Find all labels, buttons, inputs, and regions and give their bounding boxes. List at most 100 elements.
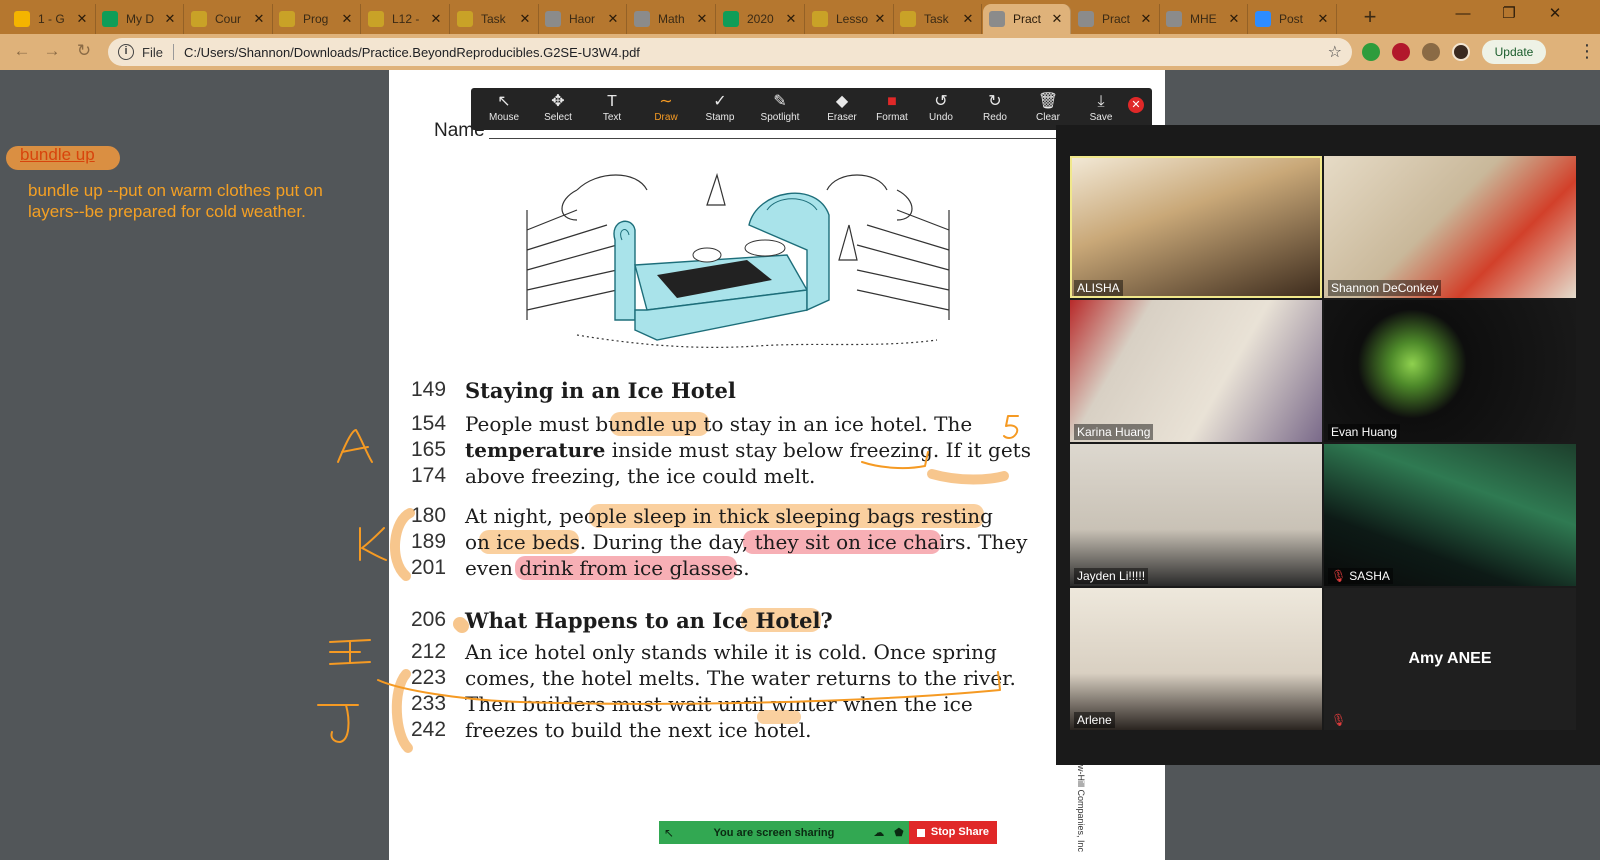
participant-video-tile[interactable]: Amy ANEE 🎙 (1324, 588, 1576, 730)
tab-title: MHE (1190, 12, 1217, 26)
update-button[interactable]: Update (1482, 40, 1546, 64)
annotate-mouse-button[interactable]: ↖ Mouse (477, 92, 531, 126)
tab-title: Task (924, 12, 949, 26)
annotate-tool-label: Redo (983, 112, 1007, 123)
annotate-format-button[interactable]: ■ Format (865, 92, 919, 126)
participant-name: ALISHA (1077, 281, 1120, 295)
info-icon[interactable]: i (118, 44, 134, 60)
mouse-pointer-icon: ↖ (497, 93, 511, 110)
extension-puzzle-icon[interactable] (1422, 43, 1440, 61)
participant-video-tile[interactable]: Evan Huang (1324, 300, 1576, 442)
annotate-tool-label: Stamp (705, 112, 735, 123)
browser-tab[interactable]: Haor ✕ (539, 4, 627, 34)
address-bar[interactable]: i File C:/Users/Shannon/Downloads/Practi… (108, 38, 1352, 66)
classroom-icon (457, 11, 473, 27)
drive-icon (102, 11, 118, 27)
close-annotation-icon[interactable]: ✕ (1128, 97, 1144, 113)
browser-tab[interactable]: Lesso ✕ (806, 4, 894, 34)
browser-tab[interactable]: 1 - G ✕ (8, 4, 96, 34)
profile-avatar[interactable] (1452, 43, 1470, 61)
participant-name: Karina Huang (1077, 425, 1151, 439)
annotate-select-button[interactable]: ✥ Select (531, 92, 585, 126)
line-text: freezes to build the next ice hotel. (465, 718, 812, 742)
browser-tab[interactable]: Cour ✕ (185, 4, 273, 34)
line-text: comes, the hotel melts. The water return… (465, 666, 1016, 690)
cloud-icon[interactable]: ☁ (869, 826, 889, 839)
tab-close-icon[interactable]: ✕ (606, 11, 620, 27)
browser-tab[interactable]: 2020 ✕ (717, 4, 805, 34)
participant-video-tile[interactable]: 🎙 SASHA (1324, 444, 1576, 586)
annotate-tool-label: Clear (1036, 112, 1060, 123)
scheme-label: File (142, 44, 163, 60)
move-icon: ✥ (551, 93, 565, 110)
minimize-button[interactable]: — (1440, 0, 1486, 30)
browser-tab[interactable]: Prog ✕ (273, 4, 361, 34)
tab-close-icon[interactable]: ✕ (163, 11, 177, 27)
word-count-number: 154 (411, 412, 447, 435)
annotate-undo-button[interactable]: ↺ Undo (914, 92, 968, 126)
bookmark-star-icon[interactable]: ☆ (1328, 42, 1342, 62)
sharing-status: You are screen sharing (713, 826, 835, 839)
close-window-button[interactable]: ✕ (1532, 0, 1578, 30)
tab-close-icon[interactable]: ✕ (429, 11, 443, 27)
extension-green-icon[interactable] (1362, 43, 1380, 61)
shield-icon[interactable]: ⬟ (889, 826, 909, 839)
back-icon[interactable]: ← (10, 40, 34, 64)
annotate-save-button[interactable]: ⤓ Save (1074, 92, 1128, 126)
annotate-spotlight-button[interactable]: ✎ Spotlight (753, 92, 807, 126)
line-text: on ice beds. During the day, they sit on… (465, 530, 1028, 554)
participant-video-tile[interactable]: Arlene (1070, 588, 1322, 730)
word-count-number: 206 (411, 608, 447, 631)
annotate-eraser-button[interactable]: ◆ Eraser (815, 92, 869, 126)
tab-close-icon[interactable]: ✕ (695, 11, 709, 27)
browser-tab[interactable]: My D ✕ (96, 4, 184, 34)
word-count-number: 212 (411, 640, 447, 663)
browser-tab[interactable]: Pract ✕ (983, 4, 1071, 34)
tab-title: Haor (569, 12, 596, 26)
tab-close-icon[interactable]: ✕ (252, 11, 266, 27)
line-text: above freezing, the ice could melt. (465, 464, 816, 488)
participant-video-tile[interactable]: ALISHA (1070, 156, 1322, 298)
annotate-draw-button[interactable]: ∼ Draw (639, 92, 693, 126)
new-tab-button[interactable]: + (1356, 6, 1384, 30)
tab-close-icon[interactable]: ✕ (1139, 11, 1153, 27)
participant-name-tag: 🎙 (1328, 712, 1352, 728)
browser-tab[interactable]: Task ✕ (894, 4, 982, 34)
participant-video-tile[interactable]: Jayden Li!!!!! (1070, 444, 1322, 586)
annotate-stamp-button[interactable]: ✓ Stamp (693, 92, 747, 126)
browser-tab[interactable]: MHE ✕ (1160, 4, 1248, 34)
browser-tab[interactable]: Pract ✕ (1072, 4, 1160, 34)
sheets-icon (723, 11, 739, 27)
browser-tab[interactable]: Math ✕ (628, 4, 716, 34)
tab-title: Task (481, 12, 506, 26)
tab-close-icon[interactable]: ✕ (75, 11, 89, 27)
tab-close-icon[interactable]: ✕ (873, 11, 887, 27)
annotate-tool-label: Save (1089, 112, 1113, 123)
annotate-text-button[interactable]: T Text (585, 92, 639, 126)
tab-close-icon[interactable]: ✕ (961, 11, 975, 27)
forward-icon[interactable]: → (40, 40, 64, 64)
tab-close-icon[interactable]: ✕ (784, 11, 798, 27)
tab-close-icon[interactable]: ✕ (340, 11, 354, 27)
eraser-icon: ◆ (835, 93, 849, 110)
browser-menu-icon[interactable]: ⋮ (1578, 42, 1596, 60)
browser-tab[interactable]: L12 - ✕ (362, 4, 450, 34)
line-text: People must bundle up to stay in an ice … (465, 412, 973, 436)
browser-tab[interactable]: Task ✕ (451, 4, 539, 34)
tab-title: Cour (215, 12, 242, 26)
tab-close-icon[interactable]: ✕ (1227, 11, 1241, 27)
maximize-button[interactable]: ❐ (1486, 0, 1532, 30)
tab-close-icon[interactable]: ✕ (1316, 11, 1330, 27)
browser-tab[interactable]: Post ✕ (1249, 4, 1337, 34)
participant-name: Jayden Li!!!!! (1077, 569, 1146, 583)
reload-icon[interactable]: ↻ (72, 40, 96, 64)
tab-close-icon[interactable]: ✕ (518, 11, 532, 27)
participant-video-tile[interactable]: Karina Huang (1070, 300, 1322, 442)
stop-share-button[interactable]: Stop Share (908, 821, 997, 844)
participant-video-tile[interactable]: Shannon DeConkey (1324, 156, 1576, 298)
annotate-clear-button[interactable]: 🗑 Clear (1021, 92, 1075, 126)
annotate-redo-button[interactable]: ↻ Redo (968, 92, 1022, 126)
extension-ublock-icon[interactable] (1392, 43, 1410, 61)
expand-arrow-icon[interactable]: ↖ (659, 826, 679, 840)
tab-close-icon[interactable]: ✕ (1050, 11, 1064, 27)
